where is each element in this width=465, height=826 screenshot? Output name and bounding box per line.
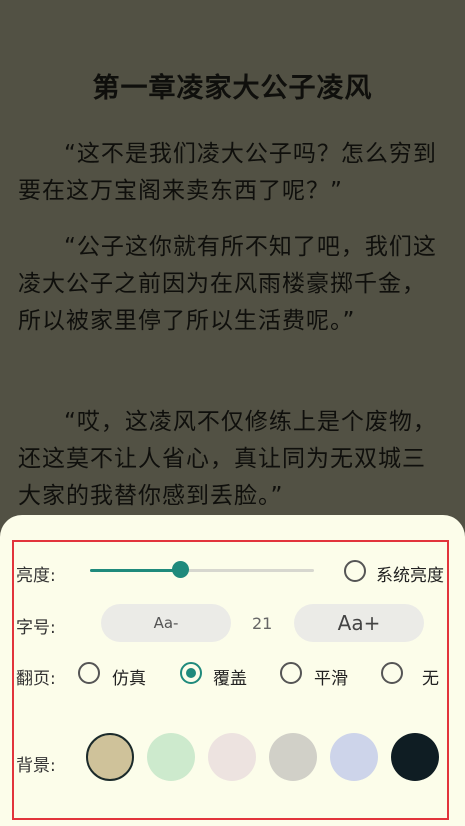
page-turn-label: 翻页:	[16, 669, 56, 689]
page-turn-cover-label: 覆盖	[213, 669, 247, 689]
page-turn-simulation-label: 仿真	[112, 669, 146, 689]
brightness-slider-thumb[interactable]	[171, 561, 189, 578]
background-swatch-blue[interactable]	[330, 733, 378, 781]
brightness-slider[interactable]	[90, 569, 314, 572]
system-brightness-label: 系统亮度	[376, 566, 444, 586]
font-increase-button[interactable]: Aa+	[294, 604, 424, 642]
page-turn-simulation-radio[interactable]	[78, 662, 100, 684]
background-swatch-tan[interactable]	[86, 733, 134, 781]
page-turn-smooth-radio[interactable]	[280, 662, 302, 684]
paragraph: “哎，这凌风不仅修练上是个废物，还这莫不让人省心，真让同为无双城三大家的我替你感…	[18, 409, 437, 509]
font-decrease-button[interactable]: Aa-	[101, 604, 231, 642]
chapter-title: 第一章凌家大公子凌风	[92, 73, 373, 104]
brightness-label: 亮度:	[16, 566, 56, 586]
font-size-label: 字号:	[16, 618, 56, 638]
background-swatch-pink[interactable]	[208, 733, 256, 781]
background-swatch-gray[interactable]	[269, 733, 317, 781]
page-turn-none-radio[interactable]	[381, 662, 403, 684]
page-turn-cover-radio[interactable]	[180, 662, 202, 684]
background-swatch-dark[interactable]	[391, 733, 439, 781]
page-turn-smooth-label: 平滑	[314, 669, 348, 689]
font-size-value: 21	[252, 614, 273, 633]
system-brightness-radio[interactable]	[344, 560, 366, 582]
paragraph: “这不是我们凌大公子吗？怎么穷到要在这万宝阁来卖东西了呢？”	[18, 141, 437, 204]
brightness-slider-fill	[90, 569, 180, 572]
paragraph: “公子这你就有所不知了吧，我们这凌大公子之前因为在风雨楼豪掷千金，所以被家里停了…	[18, 234, 437, 334]
background-label: 背景:	[16, 756, 56, 776]
page-turn-none-label: 无	[422, 669, 439, 689]
background-swatch-green[interactable]	[147, 733, 195, 781]
